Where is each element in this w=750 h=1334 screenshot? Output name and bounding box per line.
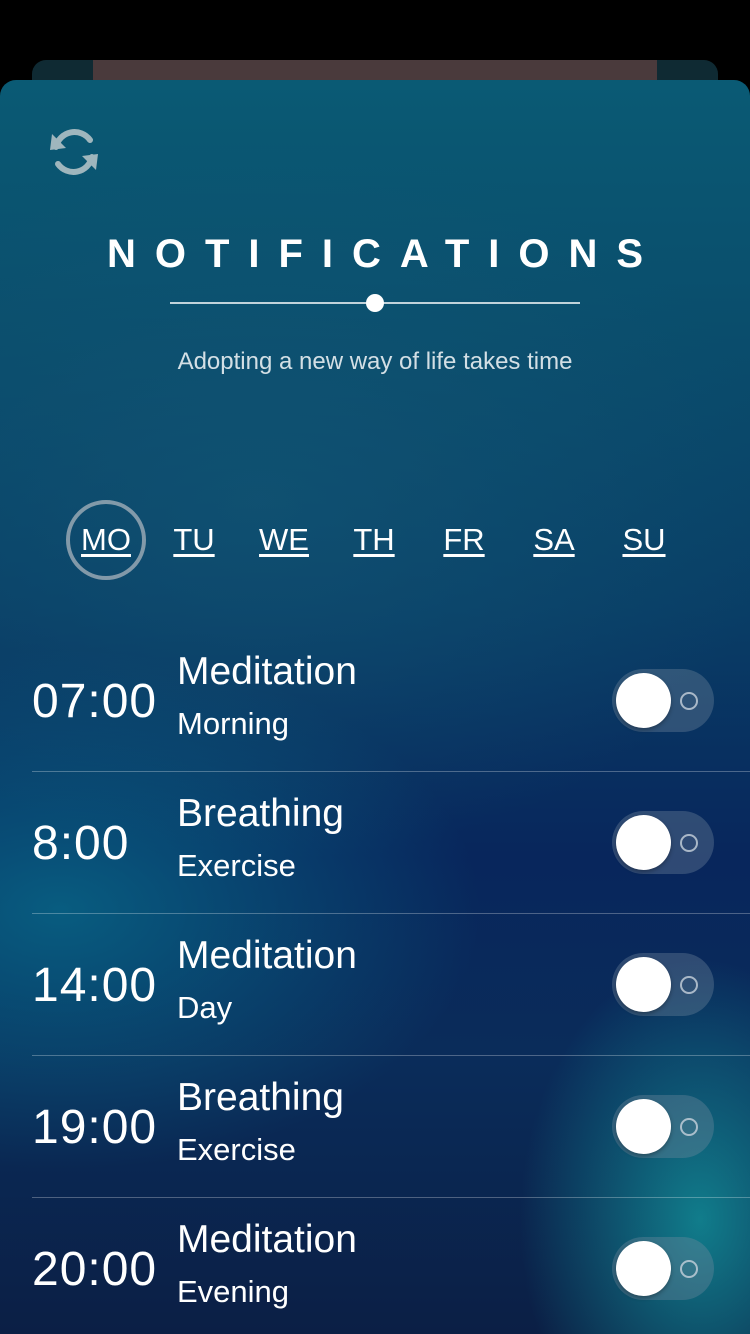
day-mo[interactable]: MO	[66, 500, 146, 580]
notification-toggle[interactable]	[612, 811, 714, 874]
notification-toggle[interactable]	[612, 953, 714, 1016]
day-tu[interactable]: TU	[154, 500, 234, 580]
notification-subtitle: Exercise	[177, 848, 296, 883]
notification-title: Meditation	[177, 1218, 357, 1261]
notification-row: 19:00 Breathing Exercise	[32, 1056, 750, 1198]
refresh-button[interactable]	[40, 120, 108, 188]
notification-subtitle: Morning	[177, 706, 289, 741]
page-title: NOTIFICATIONS	[106, 232, 663, 276]
toggle-knob	[616, 815, 671, 870]
day-th[interactable]: TH	[334, 500, 414, 580]
notifications-sheet: NOTIFICATIONS Adopting a new way of life…	[0, 80, 750, 1334]
notification-subtitle: Exercise	[177, 1132, 296, 1167]
toggle-off-indicator	[680, 1260, 698, 1278]
toggle-off-indicator	[680, 976, 698, 994]
notification-subtitle: Evening	[177, 1274, 290, 1309]
notification-title: Meditation	[177, 650, 357, 693]
notification-toggle[interactable]	[612, 1095, 714, 1158]
toggle-knob	[616, 957, 671, 1012]
notification-list: 07:00 Meditation Morning 8:00 Breathing …	[0, 630, 750, 1334]
notification-title: Breathing	[177, 792, 344, 835]
notification-time: 19:00	[32, 1101, 158, 1154]
day-sa[interactable]: SA	[514, 500, 594, 580]
notification-row: 14:00 Meditation Day	[32, 914, 750, 1056]
notification-row: 8:00 Breathing Exercise	[32, 772, 750, 914]
notification-title: Breathing	[177, 1076, 344, 1119]
day-selector: MO TU WE TH FR SA SU	[62, 500, 702, 580]
day-we[interactable]: WE	[244, 500, 324, 580]
notification-time: 14:00	[32, 959, 158, 1012]
toggle-off-indicator	[680, 1118, 698, 1136]
toggle-knob	[616, 1099, 671, 1154]
notification-toggle[interactable]	[612, 1237, 714, 1300]
notification-title: Meditation	[177, 934, 357, 977]
toggle-off-indicator	[680, 692, 698, 710]
notification-subtitle: Day	[177, 990, 233, 1025]
toggle-knob	[616, 673, 671, 728]
notification-time: 20:00	[32, 1243, 158, 1296]
toggle-off-indicator	[680, 834, 698, 852]
refresh-icon	[44, 122, 104, 187]
page-subtitle: Adopting a new way of life takes time	[177, 348, 573, 375]
notification-row: 07:00 Meditation Morning	[32, 630, 750, 772]
toggle-knob	[616, 1241, 671, 1296]
notification-time: 8:00	[32, 817, 130, 870]
title-divider-dot	[366, 294, 384, 312]
day-fr[interactable]: FR	[424, 500, 504, 580]
day-su[interactable]: SU	[604, 500, 684, 580]
notification-time: 07:00	[32, 675, 158, 728]
notification-toggle[interactable]	[612, 669, 714, 732]
notification-row: 20:00 Meditation Evening	[32, 1198, 750, 1334]
